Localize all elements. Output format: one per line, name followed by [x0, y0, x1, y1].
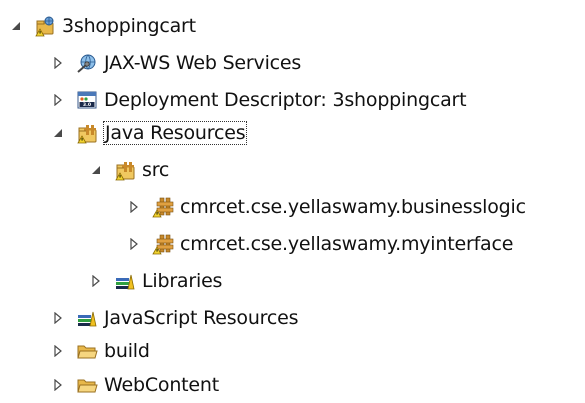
libraries-icon [114, 270, 136, 292]
tree-collapsed-arrow-icon[interactable] [126, 199, 142, 215]
tree-item-javascript-resources[interactable]: JavaScript Resources [50, 300, 299, 336]
tree-item-label: cmrcet.cse.yellaswamy.businesslogic [180, 196, 526, 218]
tree-expanded-arrow-icon[interactable] [50, 125, 66, 141]
tree-collapsed-arrow-icon[interactable] [88, 273, 104, 289]
tree-item-label: cmrcet.cse.yellaswamy.myinterface [180, 233, 514, 255]
web-project-icon [34, 15, 56, 37]
tree-collapsed-arrow-icon[interactable] [126, 236, 142, 252]
tree-item-libraries[interactable]: Libraries [88, 263, 222, 299]
tree-collapsed-arrow-icon[interactable] [50, 343, 66, 359]
package-icon [152, 196, 174, 218]
deployment-descriptor-icon: 3.0 [76, 89, 98, 111]
tree-item-package-myinterface[interactable]: cmrcet.cse.yellaswamy.myinterface [126, 226, 513, 262]
web-services-icon [76, 52, 98, 74]
tree-item-webcontent[interactable]: WebContent [50, 367, 219, 403]
source-folder-icon [114, 159, 136, 181]
folder-icon [76, 374, 98, 396]
tree-expanded-arrow-icon[interactable] [8, 18, 24, 34]
tree-item-label: Deployment Descriptor: 3shoppingcart [104, 89, 467, 111]
tree-collapsed-arrow-icon[interactable] [50, 55, 66, 71]
tree-item-label: Libraries [142, 270, 223, 292]
tree-item-jax-ws-web-services[interactable]: JAX-WS Web Services [50, 45, 301, 81]
tree-item-deployment-descriptor[interactable]: 3.0 Deployment Descriptor: 3shoppingcart [50, 82, 467, 118]
package-icon [152, 233, 174, 255]
tree-item-src[interactable]: src [88, 152, 169, 188]
tree-item-label: src [142, 159, 170, 181]
svg-text:3.0: 3.0 [83, 102, 91, 108]
tree-item-3shoppingcart[interactable]: 3shoppingcart [8, 8, 196, 44]
tree-item-build[interactable]: build [50, 333, 150, 369]
tree-item-label: JAX-WS Web Services [104, 52, 302, 74]
tree-collapsed-arrow-icon[interactable] [50, 377, 66, 393]
tree-item-label: JavaScript Resources [104, 307, 299, 329]
folder-icon [76, 340, 98, 362]
tree-item-label: Java Resources [102, 121, 248, 145]
tree-item-java-resources[interactable]: Java Resources [50, 115, 248, 151]
tree-collapsed-arrow-icon[interactable] [50, 92, 66, 108]
tree-item-package-businesslogic[interactable]: cmrcet.cse.yellaswamy.businesslogic [126, 189, 526, 225]
java-resources-icon [76, 122, 98, 144]
tree-item-label: WebContent [104, 374, 219, 396]
tree-item-label: build [104, 340, 150, 362]
javascript-resources-icon [76, 307, 98, 329]
project-explorer-tree: 3shoppingcart JAX-WS Web Services 3.0 De… [0, 0, 585, 400]
tree-collapsed-arrow-icon[interactable] [50, 310, 66, 326]
tree-item-label: 3shoppingcart [62, 15, 196, 37]
tree-expanded-arrow-icon[interactable] [88, 162, 104, 178]
